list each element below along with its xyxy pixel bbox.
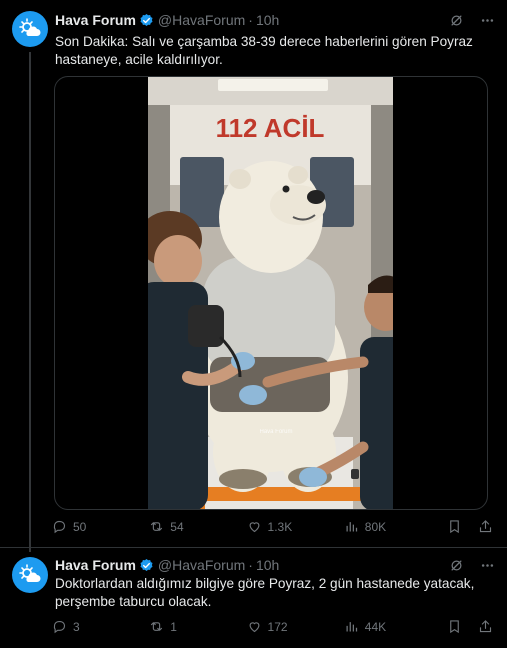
grok-icon[interactable]	[449, 558, 464, 573]
tweet-header: Hava Forum @HavaForum · 10h	[55, 556, 495, 574]
separator-dot: ·	[248, 12, 253, 28]
like-count: 1.3K	[267, 519, 293, 534]
grok-icon[interactable]	[449, 13, 464, 28]
views-chart-icon	[346, 622, 357, 632]
bookmark-icon[interactable]	[447, 619, 462, 634]
author-handle[interactable]: @HavaForum	[158, 12, 245, 28]
tweet-actions: 3 1 172 44K	[52, 619, 493, 634]
more-options-icon[interactable]	[480, 558, 495, 573]
avatar[interactable]	[12, 11, 48, 47]
avatar[interactable]	[12, 557, 48, 593]
reply-icon	[53, 520, 66, 534]
tweet-header: Hava Forum @HavaForum · 10h	[55, 11, 495, 29]
reply-button[interactable]: 3	[52, 619, 149, 634]
like-button[interactable]: 1.3K	[247, 519, 344, 534]
author-name[interactable]: Hava Forum	[55, 12, 136, 28]
like-count: 172	[267, 619, 288, 634]
tweet[interactable]: Hava Forum @HavaForum · 10h Doktorlardan…	[0, 548, 507, 648]
author-handle[interactable]: @HavaForum	[158, 557, 245, 573]
weather-logo-icon	[19, 564, 41, 582]
tweet[interactable]: Hava Forum @HavaForum · 10h Son Dakika: …	[0, 0, 507, 552]
more-options-icon[interactable]	[480, 13, 495, 28]
tweet-time[interactable]: 10h	[256, 557, 279, 573]
tweet-text: Son Dakika: Salı ve çarşamba 38-39 derec…	[55, 34, 473, 67]
views-chart-icon	[346, 522, 357, 532]
reply-icon	[53, 620, 66, 634]
tweet-actions: 50 54 1.3K 80K	[52, 519, 493, 534]
retweet-icon	[151, 522, 163, 531]
views-button[interactable]: 80K	[344, 519, 447, 534]
retweet-icon	[151, 622, 163, 631]
reply-count: 50	[73, 519, 87, 534]
like-button[interactable]: 172	[247, 619, 344, 634]
verified-badge-icon	[140, 558, 153, 571]
retweet-count: 1	[170, 619, 177, 634]
bookmark-icon[interactable]	[447, 519, 462, 534]
polar-bear-ambulance-photo: 112 ACİL Hava Forum	[148, 77, 393, 509]
share-icon[interactable]	[478, 519, 493, 534]
views-button[interactable]: 44K	[344, 619, 447, 634]
thread-connector	[29, 52, 31, 552]
retweet-button[interactable]: 54	[149, 519, 246, 534]
view-count: 44K	[364, 619, 387, 634]
tweet-text: Doktorlardan aldığımız bilgiye göre Poyr…	[55, 576, 475, 609]
heart-icon	[249, 622, 259, 633]
share-icon[interactable]	[478, 619, 493, 634]
reply-button[interactable]: 50	[52, 519, 149, 534]
view-count: 80K	[364, 519, 387, 534]
heart-icon	[249, 522, 259, 533]
weather-logo-icon	[19, 18, 41, 36]
ambulance-sign: 112 ACİL	[216, 113, 325, 143]
author-name[interactable]: Hava Forum	[55, 557, 136, 573]
tweet-time[interactable]: 10h	[256, 12, 279, 28]
reply-count: 3	[73, 619, 80, 634]
verified-badge-icon	[140, 13, 153, 26]
retweet-button[interactable]: 1	[149, 619, 246, 634]
watermark: Hava Forum	[259, 429, 292, 435]
retweet-count: 54	[170, 519, 184, 534]
tweet-media[interactable]: 112 ACİL Hava Forum	[54, 76, 488, 510]
separator-dot: ·	[248, 557, 253, 573]
